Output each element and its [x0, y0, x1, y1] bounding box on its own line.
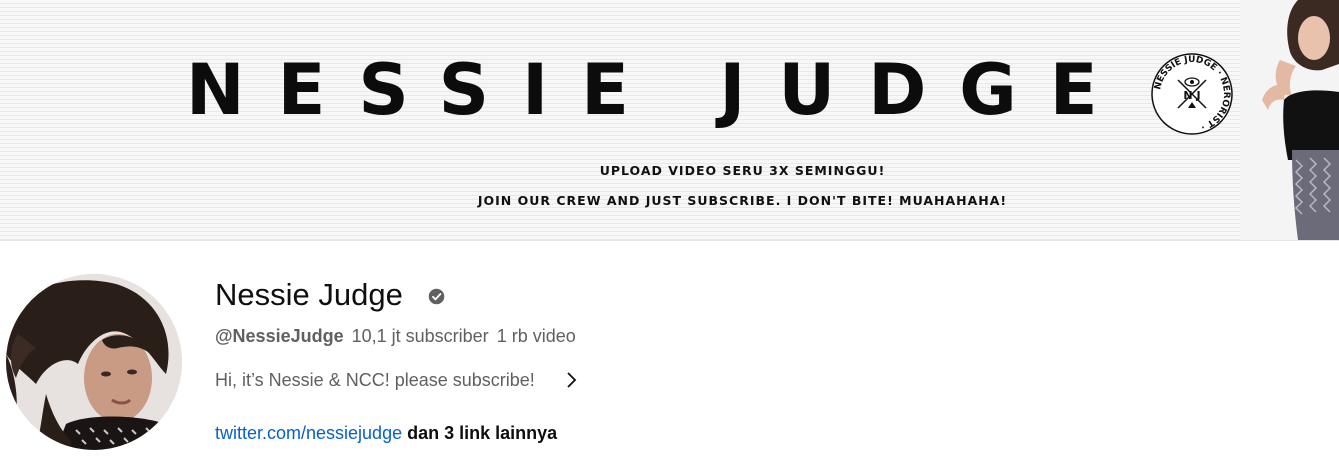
video-count: 1 rb video [496, 326, 576, 346]
chevron-right-icon[interactable] [563, 370, 579, 390]
channel-handle: @NessieJudge [215, 326, 344, 346]
subscriber-count: 10,1 jt subscriber [351, 326, 489, 346]
banner-person-photo [1240, 0, 1339, 240]
verified-check-icon [428, 288, 445, 305]
channel-name: Nessie Judge [215, 277, 403, 312]
twitter-link[interactable]: twitter.com/nessiejudge [215, 423, 402, 443]
channel-links: twitter.com/nessiejudge dan 3 link lainn… [215, 421, 557, 445]
channel-meta: @NessieJudge 10,1 jt subscriber 1 rb video [215, 324, 576, 348]
more-links-button[interactable]: dan 3 link lainnya [407, 423, 557, 443]
banner-title: NESSIE JUDGE [186, 49, 1131, 131]
channel-description[interactable]: Hi, it’s Nessie & NCC! please subscribe! [215, 368, 535, 392]
nerorist-seal-logo: NESSIE JUDGE · NERORIST · N J [1151, 53, 1233, 135]
channel-header: NESSIE JUDGE UPLOAD VIDEO SERU 3X SEMING… [0, 0, 1339, 472]
channel-banner: NESSIE JUDGE UPLOAD VIDEO SERU 3X SEMING… [0, 0, 1339, 241]
avatar-photo [6, 274, 182, 450]
banner-tagline-1: UPLOAD VIDEO SERU 3X SEMINGGU! [599, 163, 886, 178]
svg-text:N J: N J [1183, 89, 1200, 102]
banner-tagline-2: JOIN OUR CREW AND JUST SUBSCRIBE. I DON'… [477, 193, 1008, 208]
channel-avatar[interactable] [6, 274, 182, 450]
